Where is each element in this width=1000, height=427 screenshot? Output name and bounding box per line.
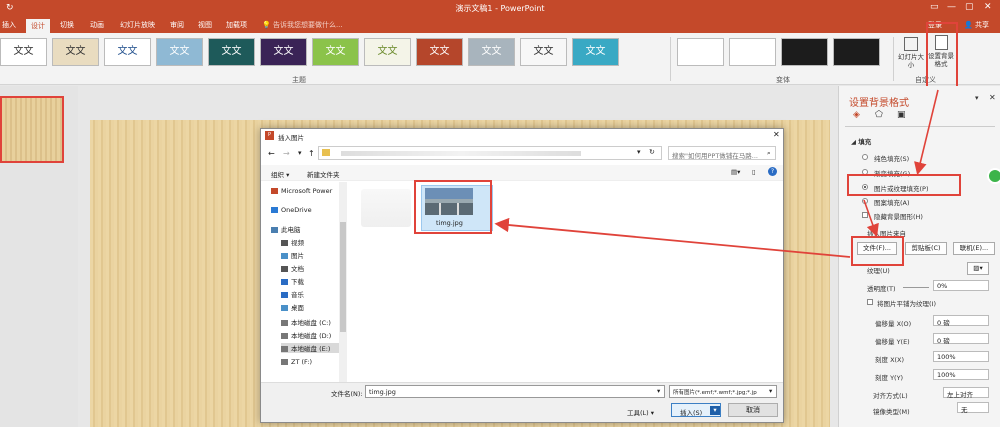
- arrow-to-file-button: [863, 199, 879, 238]
- arrow-to-picture-fill: [914, 89, 939, 176]
- arrow-to-file: [494, 217, 851, 258]
- annotation-arrows: [494, 89, 939, 258]
